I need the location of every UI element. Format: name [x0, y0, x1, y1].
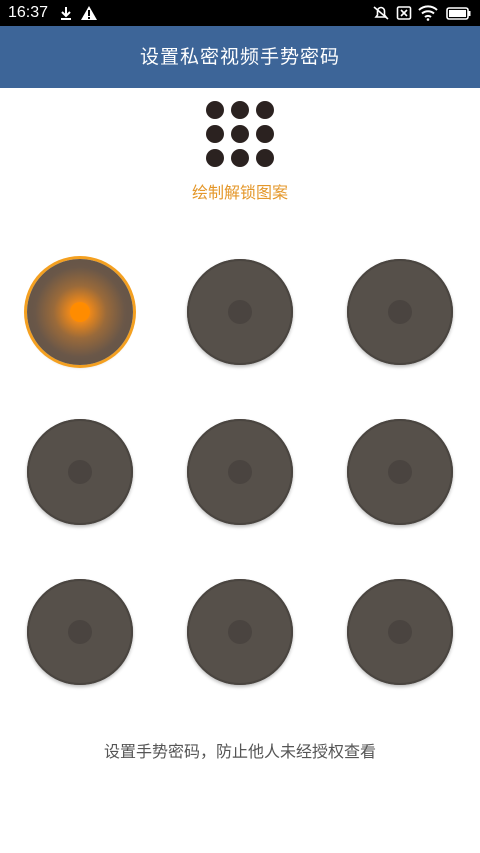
indicator-dot: [256, 125, 274, 143]
pattern-node-1[interactable]: [27, 259, 133, 365]
node-center: [388, 300, 412, 324]
node-center: [70, 302, 90, 322]
node-center: [388, 460, 412, 484]
node-center: [388, 620, 412, 644]
mute-notifications-icon: [372, 5, 390, 21]
indicator-dot: [206, 101, 224, 119]
node-center: [228, 300, 252, 324]
indicator-dot: [256, 149, 274, 167]
node-center: [68, 620, 92, 644]
title-bar: 设置私密视频手势密码: [0, 26, 480, 88]
indicator-dot: [231, 149, 249, 167]
indicator-dot: [231, 125, 249, 143]
download-icon: [58, 5, 76, 21]
battery-icon: [446, 5, 472, 21]
pattern-node-9[interactable]: [347, 579, 453, 685]
node-center: [228, 620, 252, 644]
draw-pattern-hint: 绘制解锁图案: [191, 183, 288, 202]
indicator-dot: [231, 101, 249, 119]
pattern-indicator: [206, 101, 274, 167]
pattern-node-7[interactable]: [27, 579, 133, 685]
pattern-node-3[interactable]: [347, 259, 453, 365]
status-bar: 16:37: [0, 0, 480, 26]
pattern-node-6[interactable]: [347, 419, 453, 525]
no-sim-icon: [396, 5, 414, 21]
node-center: [228, 460, 252, 484]
indicator-dot: [206, 149, 224, 167]
warning-icon: [80, 5, 98, 21]
page-title: 设置私密视频手势密码: [139, 46, 340, 68]
indicator-dot: [256, 101, 274, 119]
pattern-node-2[interactable]: [187, 259, 293, 365]
wifi-icon: [418, 5, 438, 21]
node-center: [68, 460, 92, 484]
pattern-node-4[interactable]: [27, 419, 133, 525]
indicator-dot: [206, 125, 224, 143]
pattern-node-5[interactable]: [187, 419, 293, 525]
status-time: 16:37: [8, 4, 49, 21]
pattern-node-8[interactable]: [187, 579, 293, 685]
footer-description: 设置手势密码，防止他人未经授权查看: [103, 742, 376, 761]
